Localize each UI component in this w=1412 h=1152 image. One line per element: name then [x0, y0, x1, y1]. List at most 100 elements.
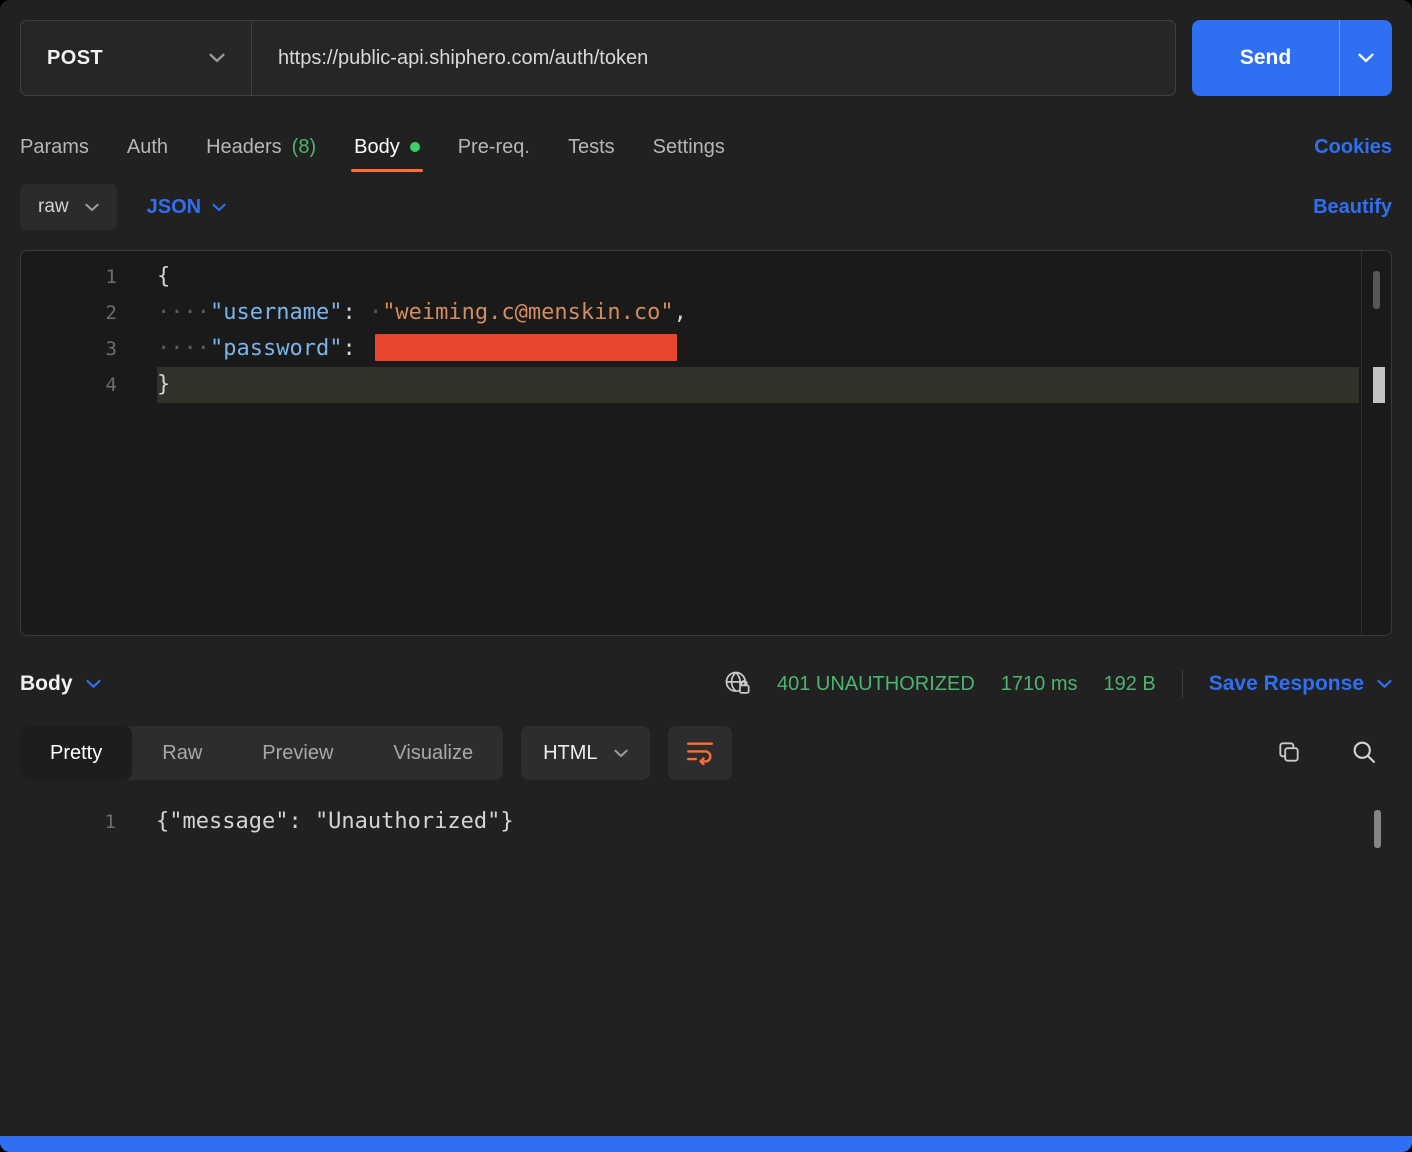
code-line[interactable]: 1 {"message": "Unauthorized"} — [20, 804, 1392, 840]
line-content: { — [157, 259, 1359, 295]
view-tab-pretty[interactable]: Pretty — [20, 726, 133, 780]
line-content: ····"username": ·"weiming.c@menskin.co", — [157, 295, 1359, 331]
response-view-tabs: Pretty Raw Preview Visualize — [20, 726, 504, 780]
response-language-select[interactable]: HTML — [521, 726, 650, 780]
line-number: 1 — [104, 811, 116, 833]
response-body-select[interactable]: Body — [20, 672, 101, 696]
line-number: 1 — [105, 266, 117, 288]
scrollbar-thumb[interactable] — [1373, 271, 1380, 309]
method-label: POST — [47, 46, 104, 69]
response-body[interactable]: 1 {"message": "Unauthorized"} — [20, 796, 1392, 1152]
language-value: JSON — [146, 195, 202, 218]
tab-label: Auth — [126, 135, 169, 158]
line-number: 4 — [105, 374, 117, 396]
code-line[interactable]: 3 ····"password": — [21, 331, 1359, 367]
send-options-button[interactable] — [1340, 20, 1392, 96]
line-content: {"message": "Unauthorized"} — [156, 804, 1392, 840]
tab-pre-request[interactable]: Pre-req. — [458, 122, 530, 172]
line-content: } — [157, 367, 1359, 403]
tab-body[interactable]: Body — [351, 122, 423, 172]
response-body-label: Body — [20, 672, 73, 695]
redacted-password-value — [374, 333, 677, 361]
send-button[interactable]: Send — [1192, 20, 1339, 96]
token-ws: · — [368, 300, 383, 325]
language-select[interactable]: JSON — [147, 196, 226, 219]
send-button-group: Send — [1192, 20, 1392, 96]
body-format-select[interactable]: raw — [20, 184, 117, 230]
url-bar: POST — [20, 20, 1176, 96]
request-body-editor[interactable]: 1{2 ····"username": ·"weiming.c@menskin.c… — [20, 250, 1392, 636]
token-punc: } — [157, 372, 171, 397]
method-select[interactable]: POST — [21, 21, 251, 95]
response-meta: 401 UNAUTHORIZED 1710 ms 192 B Save Resp… — [723, 669, 1392, 700]
status-badge: 401 UNAUTHORIZED — [776, 672, 975, 695]
token-punc: { — [157, 264, 171, 289]
chevron-down-icon — [1377, 679, 1392, 689]
request-url-row: POST Send — [20, 20, 1392, 96]
code-line[interactable]: 4} — [21, 367, 1359, 403]
view-tab-visualize[interactable]: Visualize — [363, 726, 503, 780]
bottom-accent-bar — [0, 1136, 1412, 1152]
tab-label: Settings — [652, 135, 725, 158]
tab-settings[interactable]: Settings — [653, 122, 725, 172]
editor-scrollbar[interactable] — [1361, 251, 1391, 635]
chevron-down-icon — [613, 749, 628, 758]
tab-label: Tests — [567, 135, 615, 158]
network-info-button[interactable] — [723, 669, 751, 700]
body-format-value: raw — [38, 196, 69, 217]
scrollbar-thumb[interactable] — [1374, 810, 1381, 848]
modified-dot — [409, 142, 420, 152]
search-button[interactable] — [1350, 738, 1378, 769]
tab-headers[interactable]: Headers (8) — [206, 122, 316, 172]
tab-auth[interactable]: Auth — [127, 122, 168, 172]
view-tab-raw[interactable]: Raw — [132, 726, 232, 780]
response-size: 192 B — [1103, 672, 1156, 695]
copy-icon — [1276, 739, 1302, 768]
chevron-down-icon — [1358, 53, 1374, 63]
response-header: Body 401 UNAUTHORIZED 1710 ms 192 B Save… — [20, 656, 1392, 712]
view-tab-preview[interactable]: Preview — [232, 726, 363, 780]
response-language-value: HTML — [543, 741, 598, 764]
response-toolbar: Pretty Raw Preview Visualize HTML — [20, 724, 1392, 782]
line-number: 2 — [105, 302, 117, 324]
request-tabs: Params Auth Headers (8) Body Pre-req. Tes… — [20, 122, 1392, 172]
divider — [1181, 670, 1183, 698]
response-code-lines: 1 {"message": "Unauthorized"} — [20, 804, 1392, 840]
copy-button[interactable] — [1276, 739, 1302, 768]
globe-lock-icon — [723, 669, 751, 700]
chevron-down-icon — [209, 53, 225, 63]
tab-label: Headers — [206, 135, 282, 158]
tab-tests[interactable]: Tests — [568, 122, 615, 172]
token-punc: : — [342, 336, 369, 361]
token-ws: ···· — [157, 300, 210, 325]
token-ws: ···· — [157, 336, 210, 361]
line-number: 3 — [105, 338, 117, 360]
token-punc: : — [342, 300, 369, 325]
tab-params[interactable]: Params — [20, 122, 89, 172]
cursor-line-marker — [1373, 367, 1385, 403]
headers-count: (8) — [291, 135, 317, 158]
wrap-lines-button[interactable] — [667, 726, 732, 780]
chevron-down-icon — [84, 203, 99, 212]
tab-label: Params — [20, 135, 89, 158]
tab-label: Body — [354, 135, 400, 158]
token-plain: {"message": "Unauthorized"} — [156, 809, 514, 834]
cookies-link[interactable]: Cookies — [1314, 136, 1392, 159]
save-response-button[interactable]: Save Response — [1209, 672, 1392, 696]
chevron-down-icon — [212, 203, 226, 212]
beautify-link[interactable]: Beautify — [1313, 196, 1392, 219]
token-punc: , — [673, 300, 687, 325]
code-line[interactable]: 2 ····"username": ·"weiming.c@menskin.co"… — [21, 295, 1359, 331]
wrap-lines-icon — [685, 739, 715, 768]
response-time: 1710 ms — [1000, 672, 1078, 695]
url-input[interactable] — [252, 21, 1175, 95]
body-format-toolbar: raw JSON Beautify — [20, 180, 1392, 234]
token-key: "username" — [209, 300, 343, 325]
request-code-lines: 1{2 ····"username": ·"weiming.c@menskin.c… — [21, 259, 1359, 403]
token-key: "password" — [209, 336, 343, 361]
search-icon — [1350, 738, 1378, 769]
chevron-down-icon — [85, 679, 101, 689]
code-line[interactable]: 1{ — [21, 259, 1359, 295]
tab-label: Pre-req. — [457, 135, 530, 158]
save-response-label: Save Response — [1208, 672, 1364, 695]
